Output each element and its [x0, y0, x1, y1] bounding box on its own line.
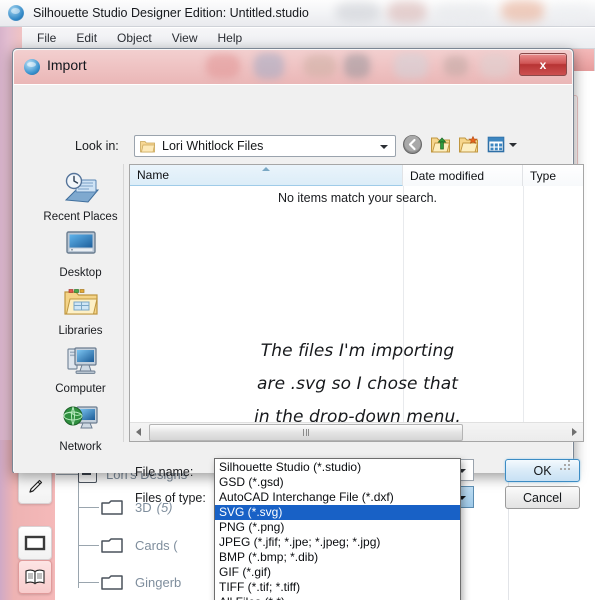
place-label: Recent Places	[43, 211, 118, 223]
sort-ascending-icon	[262, 167, 270, 171]
column-header-type[interactable]: Type	[523, 165, 583, 186]
app-title: Silhouette Studio Designer Edition: Unti…	[33, 6, 309, 20]
place-desktop[interactable]: Desktop	[38, 226, 123, 279]
dropdown-option[interactable]: GSD (*.gsd)	[215, 475, 460, 490]
dropdown-option[interactable]: Silhouette Studio (*.studio)	[215, 460, 460, 475]
tree-connector-horizontal	[79, 582, 99, 583]
annotation-text: The files I'm importing are .svg so I ch…	[130, 335, 583, 434]
library-tool-button[interactable]	[18, 560, 52, 594]
file-name-label: File name:	[135, 465, 194, 479]
place-label: Desktop	[59, 267, 102, 279]
app-menubar: File Edit Object View Help	[20, 28, 595, 49]
desktop-icon	[65, 231, 96, 254]
place-libraries[interactable]: Libraries	[38, 284, 123, 337]
rectangle-tool-icon	[24, 535, 46, 551]
import-dialog: Import x Look in: Lori Whitlock Files Re…	[12, 48, 584, 509]
import-dialog-titlebar[interactable]: Import x	[14, 50, 572, 84]
triangle-left-icon	[136, 427, 141, 436]
look-in-value: Lori Whitlock Files	[162, 139, 264, 153]
close-icon[interactable]: x	[519, 53, 567, 76]
folder-icon	[140, 140, 155, 152]
menu-item-object[interactable]: Object	[108, 29, 161, 47]
rectangle-tool-button[interactable]	[18, 526, 52, 560]
files-of-type-dropdown[interactable]: Silhouette Studio (*.studio) GSD (*.gsd)…	[214, 458, 461, 600]
menu-item-file[interactable]: File	[28, 29, 65, 47]
dropdown-option[interactable]: JPEG (*.jfif; *.jpe; *.jpeg; *.jpg)	[215, 535, 460, 550]
dropdown-option[interactable]: AutoCAD Interchange File (*.dxf)	[215, 490, 460, 505]
new-folder-icon[interactable]	[458, 134, 479, 155]
column-header-name[interactable]: Name	[130, 165, 403, 186]
scroll-left-button[interactable]	[130, 423, 147, 440]
tree-connector-vertical	[78, 470, 79, 588]
column-header-date-modified[interactable]: Date modified	[403, 165, 523, 186]
import-dialog-title: Import	[47, 57, 87, 73]
screenshot-root: Silhouette Studio Designer Edition: Unti…	[0, 0, 595, 600]
column-header-label: Type	[530, 168, 557, 183]
file-list-panel: Name Date modified Type No items match y…	[129, 164, 584, 442]
folder-outline-icon	[101, 575, 123, 590]
tree-connector-horizontal	[56, 474, 78, 475]
up-one-level-icon[interactable]	[430, 134, 451, 155]
place-label: Libraries	[58, 325, 103, 337]
triangle-right-icon	[572, 427, 577, 436]
computer-icon	[66, 347, 97, 374]
scrollbar-thumb[interactable]	[149, 424, 463, 441]
column-header-label: Date modified	[410, 168, 485, 183]
dropdown-option[interactable]: TIFF (*.tif; *.tiff)	[215, 580, 460, 595]
dropdown-option[interactable]: PNG (*.png)	[215, 520, 460, 535]
resize-grip[interactable]	[558, 458, 570, 470]
navigation-buttons	[402, 134, 517, 155]
dropdown-option-selected[interactable]: SVG (*.svg)	[215, 505, 460, 520]
libraries-icon	[63, 289, 98, 315]
place-label: Computer	[55, 383, 106, 395]
silhouette-logo-icon	[24, 59, 40, 75]
pen-tool-button[interactable]	[18, 470, 52, 504]
dropdown-option[interactable]: GIF (*.gif)	[215, 565, 460, 580]
tree-connector-horizontal	[79, 507, 99, 508]
tree-item-label: Cards (	[135, 537, 178, 553]
tree-item-cards[interactable]: Cards (	[100, 536, 178, 554]
place-recent-places[interactable]: Recent Places	[38, 170, 123, 223]
place-computer[interactable]: Computer	[38, 342, 123, 395]
silhouette-logo-icon	[8, 5, 24, 21]
tree-connector-horizontal	[79, 545, 99, 546]
titlebar-blur-overlay	[325, 0, 595, 27]
annotation-line: are .svg so I chose that	[256, 374, 459, 394]
pen-tool-icon	[29, 479, 43, 493]
look-in-label: Look in:	[75, 139, 119, 153]
annotation-line: The files I'm importing	[260, 341, 455, 361]
views-grid-icon[interactable]	[486, 134, 507, 155]
app-titlebar: Silhouette Studio Designer Edition: Unti…	[0, 0, 595, 27]
places-sidebar: Recent Places Desktop Libraries Computer…	[38, 164, 124, 453]
file-list-header: Name Date modified Type	[130, 165, 583, 186]
dropdown-option[interactable]: BMP (*.bmp; *.dib)	[215, 550, 460, 565]
place-label: Network	[59, 441, 102, 453]
dropdown-option[interactable]: All Files (*.*)	[215, 595, 460, 600]
recent-places-icon	[64, 172, 99, 203]
back-arrow-icon[interactable]	[402, 134, 423, 155]
library-book-icon	[25, 569, 45, 585]
files-of-type-label: Files of type:	[135, 491, 206, 505]
column-header-label: Name	[137, 168, 170, 182]
folder-outline-icon	[101, 538, 123, 553]
folder-outline-icon	[101, 500, 123, 515]
tree-item-gingerbread[interactable]: Gingerb	[100, 573, 181, 591]
cancel-button[interactable]: Cancel	[505, 486, 580, 509]
tree-item-label: Gingerb	[135, 574, 182, 590]
look-in-combo[interactable]: Lori Whitlock Files	[134, 135, 396, 157]
empty-state-message: No items match your search.	[277, 191, 438, 205]
place-network[interactable]: Network	[38, 400, 123, 453]
menu-item-help[interactable]: Help	[209, 29, 252, 47]
menu-item-edit[interactable]: Edit	[67, 29, 106, 47]
scroll-right-button[interactable]	[566, 423, 583, 440]
network-icon	[63, 406, 98, 429]
horizontal-scrollbar[interactable]	[130, 422, 583, 441]
chevron-down-icon[interactable]	[509, 142, 517, 147]
titlebar-glass-blur	[14, 50, 572, 84]
chevron-down-icon[interactable]	[380, 145, 388, 149]
menu-item-view[interactable]: View	[163, 29, 207, 47]
